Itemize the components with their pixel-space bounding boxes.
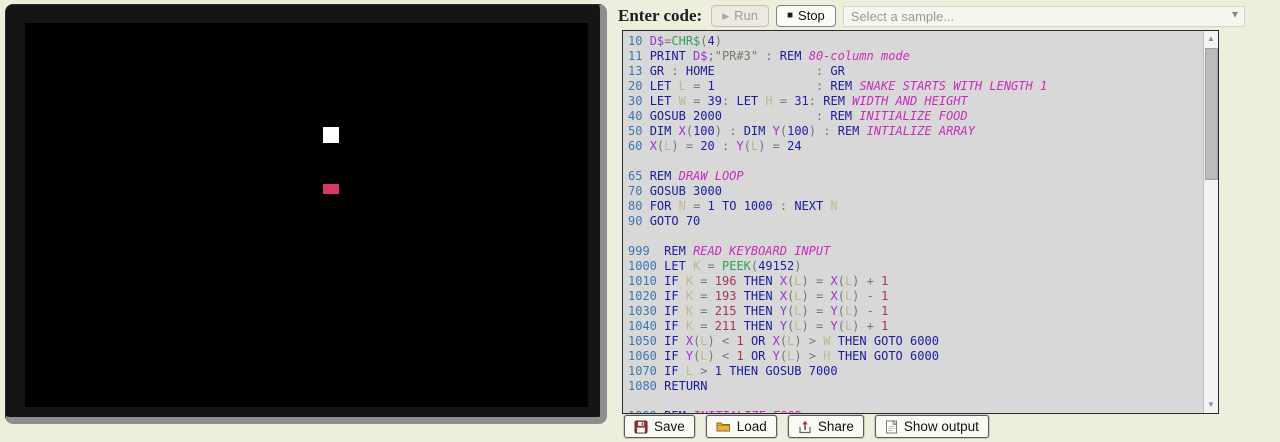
show-output-button[interactable]: Show output <box>875 415 989 438</box>
apple2-monitor <box>5 4 607 424</box>
code-line: 30 LET W = 39: LET H = 31: REM WIDTH AND… <box>628 94 1203 109</box>
load-button-label: Load <box>737 419 767 434</box>
code-line: 1020 IF K = 193 THEN X(L) = X(L) - 1 <box>628 289 1203 304</box>
code-line: 40 GOSUB 2000 : REM INITIALIZE FOOD <box>628 109 1203 124</box>
code-line: 50 DIM X(100) : DIM Y(100) : REM INTIALI… <box>628 124 1203 139</box>
save-button[interactable]: Save <box>624 415 695 438</box>
floppy-icon <box>634 420 648 434</box>
snake-block <box>323 127 339 143</box>
share-button[interactable]: Share <box>788 415 864 438</box>
code-line: 13 GR : HOME : GR <box>628 64 1203 79</box>
chevron-down-icon: ▾ <box>1232 7 1238 21</box>
code-editor[interactable]: 10 D$=CHR$(4)11 PRINT D$;"PR#3" : REM 80… <box>622 30 1219 414</box>
food-block <box>323 184 339 194</box>
stop-button-label: Stop <box>798 9 825 23</box>
code-line: 1050 IF X(L) < 1 OR X(L) > W THEN GOTO 6… <box>628 334 1203 349</box>
code-line: 1040 IF K = 211 THEN Y(L) = Y(L) + 1 <box>628 319 1203 334</box>
enter-code-label: Enter code: <box>618 6 702 26</box>
code-line: 11 PRINT D$;"PR#3" : REM 80-column mode <box>628 49 1203 64</box>
file-actions: Save Load Share <box>624 415 989 438</box>
run-button-label: Run <box>734 9 758 23</box>
scroll-down-icon[interactable]: ▼ <box>1204 398 1218 412</box>
code-line: 1080 RETURN <box>628 379 1203 394</box>
load-button[interactable]: Load <box>706 415 777 438</box>
code-line: 1070 IF L > 1 THEN GOSUB 7000 <box>628 364 1203 379</box>
code-line: 999 REM READ KEYBOARD INPUT <box>628 244 1203 259</box>
code-line: 70 GOSUB 3000 <box>628 184 1203 199</box>
code-line <box>628 229 1203 244</box>
code-line: 1010 IF K = 196 THEN X(L) = X(L) + 1 <box>628 274 1203 289</box>
code-line <box>628 394 1203 409</box>
code-line <box>628 154 1203 169</box>
document-icon <box>885 420 898 434</box>
scroll-up-icon[interactable]: ▲ <box>1204 32 1218 46</box>
toolbar: Enter code: ▶ Run ■ Stop Select a sample… <box>618 3 1245 29</box>
sample-select-value: Select a sample... <box>851 9 954 24</box>
run-button[interactable]: ▶ Run <box>711 5 769 27</box>
scrollbar-thumb[interactable] <box>1205 48 1218 180</box>
share-button-label: Share <box>818 419 854 434</box>
code-line: 1999 REM INITIALIZE FOOD <box>628 409 1203 413</box>
code-line: 1060 IF Y(L) < 1 OR Y(L) > H THEN GOTO 6… <box>628 349 1203 364</box>
show-output-button-label: Show output <box>904 419 979 434</box>
play-icon: ▶ <box>722 9 729 23</box>
editor-scrollbar[interactable]: ▲ ▼ <box>1203 31 1218 413</box>
code-content[interactable]: 10 D$=CHR$(4)11 PRINT D$;"PR#3" : REM 80… <box>623 31 1203 413</box>
code-line: 10 D$=CHR$(4) <box>628 34 1203 49</box>
stop-button[interactable]: ■ Stop <box>776 5 836 27</box>
code-line: 90 GOTO 70 <box>628 214 1203 229</box>
code-line: 80 FOR N = 1 TO 1000 : NEXT N <box>628 199 1203 214</box>
share-icon <box>798 420 812 434</box>
code-line: 1000 LET K = PEEK(49152) <box>628 259 1203 274</box>
code-line: 20 LET L = 1 : REM SNAKE STARTS WITH LEN… <box>628 79 1203 94</box>
sample-select[interactable]: Select a sample... ▾ <box>843 6 1245 27</box>
save-button-label: Save <box>654 419 685 434</box>
code-line: 65 REM DRAW LOOP <box>628 169 1203 184</box>
stop-icon: ■ <box>787 9 793 23</box>
folder-icon <box>716 420 731 433</box>
graphics-screen[interactable] <box>25 23 588 407</box>
code-line: 1030 IF K = 215 THEN Y(L) = Y(L) - 1 <box>628 304 1203 319</box>
code-line: 60 X(L) = 20 : Y(L) = 24 <box>628 139 1203 154</box>
